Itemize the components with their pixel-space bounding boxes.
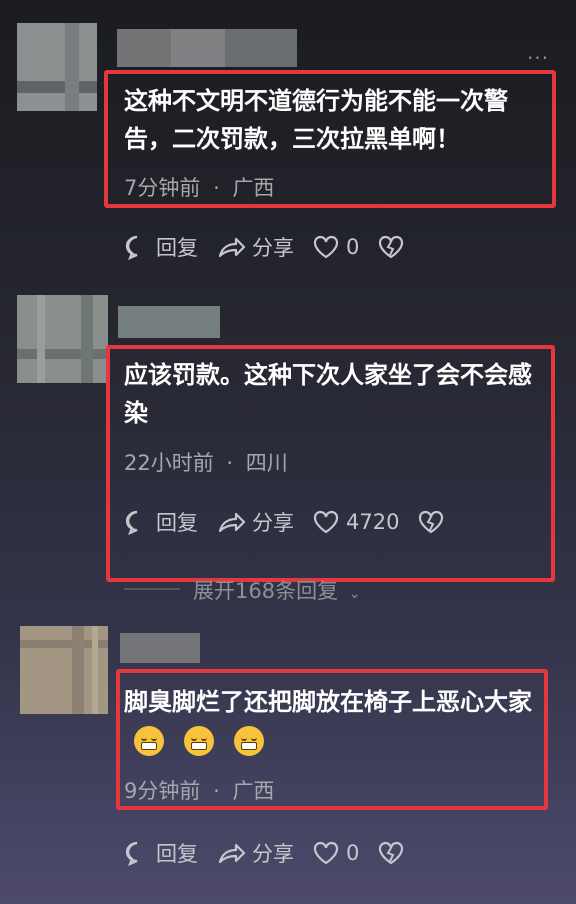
like-count: 0 <box>346 841 360 865</box>
grimace-emoji-icon <box>234 726 264 756</box>
meta-separator: · <box>213 779 220 803</box>
comment-actions: 回复 分享 0 <box>124 232 429 262</box>
comment-location: 广西 <box>232 779 275 803</box>
share-icon <box>218 237 246 258</box>
comment-text: 应该罚款。这种下次人家坐了会不会感染 <box>124 361 532 427</box>
expand-replies-label: 展开168条回复 <box>193 579 339 603</box>
reply-label: 回复 <box>156 511 198 535</box>
reply-label: 回复 <box>156 842 198 866</box>
avatar[interactable] <box>17 295 108 383</box>
comment-location: 四川 <box>245 451 288 475</box>
comment-actions: 回复 分享 4720 <box>124 507 469 537</box>
share-button[interactable]: 分享 <box>216 507 294 537</box>
broken-heart-icon <box>379 841 404 865</box>
share-label: 分享 <box>252 842 294 866</box>
share-label: 分享 <box>252 511 294 535</box>
reply-label: 回复 <box>156 236 198 260</box>
comment-time: 9分钟前 <box>124 779 201 803</box>
reply-icon <box>125 510 138 535</box>
comment-actions: 回复 分享 0 <box>124 838 429 868</box>
username[interactable] <box>120 633 200 663</box>
comment-meta: 9分钟前 · 广西 <box>124 775 274 805</box>
like-count: 4720 <box>346 510 400 534</box>
meta-separator: · <box>213 176 220 200</box>
comment-location: 广西 <box>232 176 275 200</box>
grimace-emoji-icon <box>184 726 214 756</box>
broken-heart-icon <box>379 235 404 259</box>
reply-button[interactable]: 回复 <box>124 232 198 262</box>
share-label: 分享 <box>252 236 294 260</box>
grimace-emoji-icon <box>134 726 164 756</box>
meta-separator: · <box>226 451 234 475</box>
comment-time: 7分钟前 <box>124 176 201 200</box>
heart-icon <box>313 510 339 534</box>
heart-icon <box>313 235 339 259</box>
more-menu-icon[interactable]: ··· <box>527 46 549 70</box>
avatar[interactable] <box>20 626 108 714</box>
username[interactable] <box>117 29 297 67</box>
reply-icon <box>125 841 138 866</box>
share-button[interactable]: 分享 <box>216 232 294 262</box>
like-button[interactable]: 0 <box>312 234 359 260</box>
share-icon <box>218 843 246 864</box>
comment-text: 这种不文明不道德行为能不能一次警告，二次罚款，三次拉黑单啊！ <box>124 87 508 153</box>
chevron-down-icon: ⌄ <box>348 586 361 602</box>
dislike-button[interactable] <box>417 509 451 535</box>
share-button[interactable]: 分享 <box>216 838 294 868</box>
dislike-button[interactable] <box>377 234 411 260</box>
reply-button[interactable]: 回复 <box>124 838 198 868</box>
comment-time: 22小时前 <box>124 451 214 475</box>
heart-icon <box>313 841 339 865</box>
username[interactable] <box>118 306 220 338</box>
comment-text: 脚臭脚烂了还把脚放在椅子上恶心大家 <box>124 683 544 759</box>
dislike-button[interactable] <box>377 840 411 866</box>
comment-meta: 22小时前 · 四川 <box>124 447 288 477</box>
comment-meta: 7分钟前 · 广西 <box>124 172 274 202</box>
broken-heart-icon <box>419 510 444 534</box>
reply-icon <box>125 235 138 260</box>
reply-button[interactable]: 回复 <box>124 507 198 537</box>
like-button[interactable]: 4720 <box>312 509 399 535</box>
comment-text-content: 脚臭脚烂了还把脚放在椅子上恶心大家 <box>124 688 532 716</box>
like-button[interactable]: 0 <box>312 840 359 866</box>
share-icon <box>218 512 246 533</box>
expand-replies-link[interactable]: 展开168条回复 ⌄ <box>193 575 361 605</box>
expand-divider <box>124 588 180 590</box>
avatar[interactable] <box>17 23 97 111</box>
like-count: 0 <box>346 235 360 259</box>
